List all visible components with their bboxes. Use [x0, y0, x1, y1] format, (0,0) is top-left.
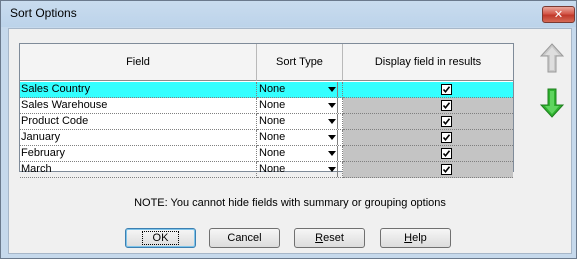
sort-type-value: None — [259, 99, 286, 111]
display-field-cell — [343, 146, 513, 162]
table-row[interactable]: Sales Warehouse None — [20, 98, 513, 114]
sort-type-value: None — [259, 163, 286, 175]
dropdown-edge — [337, 98, 341, 113]
column-header-label: Display field in results — [374, 56, 482, 68]
dropdown-edge — [337, 114, 341, 129]
column-header-label: Field — [126, 56, 150, 68]
sort-type-value: None — [259, 83, 286, 95]
field-name-cell[interactable]: Product Code — [20, 114, 257, 130]
table-row[interactable]: March None — [20, 162, 513, 178]
chevron-down-icon[interactable] — [328, 119, 336, 124]
chevron-down-icon[interactable] — [328, 135, 336, 140]
title-bar[interactable]: Sort Options ✕ — [1, 1, 576, 27]
check-icon — [442, 150, 451, 158]
chevron-down-icon[interactable] — [328, 151, 336, 156]
dropdown-edge — [337, 82, 341, 97]
check-icon — [442, 166, 451, 174]
table-row[interactable]: Product Code None — [20, 114, 513, 130]
display-field-checkbox[interactable] — [441, 164, 452, 175]
sort-type-value: None — [259, 147, 286, 159]
display-field-checkbox[interactable] — [441, 148, 452, 159]
dropdown-edge — [337, 146, 341, 161]
sort-type-value: None — [259, 115, 286, 127]
sort-type-dropdown[interactable]: None — [257, 162, 343, 178]
move-down-button[interactable] — [539, 88, 565, 118]
display-field-cell — [343, 98, 513, 114]
dropdown-edge — [337, 162, 341, 177]
window-title: Sort Options — [10, 6, 77, 20]
field-name-cell[interactable]: Sales Warehouse — [20, 98, 257, 114]
sort-type-dropdown[interactable]: None — [257, 82, 343, 98]
dropdown-edge — [337, 130, 341, 145]
sort-type-dropdown[interactable]: None — [257, 98, 343, 114]
cancel-button-label: Cancel — [227, 232, 262, 244]
display-field-checkbox[interactable] — [441, 116, 452, 127]
move-up-button[interactable] — [539, 43, 565, 73]
column-header-display[interactable]: Display field in results — [343, 44, 513, 81]
help-button-label: Help — [404, 232, 427, 244]
sort-grid: Field Sort Type Display field in results… — [19, 43, 514, 178]
field-name-cell[interactable]: February — [20, 146, 257, 162]
field-name-cell[interactable]: Sales Country — [20, 82, 257, 98]
chevron-down-icon[interactable] — [328, 87, 336, 92]
ok-button[interactable]: OK — [125, 228, 196, 248]
display-field-cell — [343, 82, 513, 98]
note-text: NOTE: You cannot hide fields with summar… — [134, 197, 446, 209]
close-icon: ✕ — [553, 9, 564, 21]
ok-button-label: OK — [141, 231, 180, 245]
sort-type-dropdown[interactable]: None — [257, 130, 343, 146]
arrow-up-icon — [539, 43, 565, 73]
column-header-sort-type[interactable]: Sort Type — [257, 44, 343, 81]
column-header-label: Sort Type — [276, 56, 323, 68]
sort-type-value: None — [259, 131, 286, 143]
display-field-checkbox[interactable] — [441, 132, 452, 143]
field-name-cell[interactable]: March — [20, 162, 257, 178]
sort-type-dropdown[interactable]: None — [257, 114, 343, 130]
field-name-cell[interactable]: January — [20, 130, 257, 146]
table-row[interactable]: January None — [20, 130, 513, 146]
display-field-cell — [343, 162, 513, 178]
display-field-cell — [343, 130, 513, 146]
chevron-down-icon[interactable] — [328, 103, 336, 108]
display-field-cell — [343, 114, 513, 130]
dialog-body: Field Sort Type Display field in results… — [8, 28, 572, 254]
sort-options-dialog: Sort Options ✕ Field Sort Type Display f… — [0, 0, 577, 259]
close-button[interactable]: ✕ — [542, 6, 575, 23]
chevron-down-icon[interactable] — [328, 167, 336, 172]
reset-button-label: Reset — [315, 232, 344, 244]
sort-type-dropdown[interactable]: None — [257, 146, 343, 162]
check-icon — [442, 118, 451, 126]
table-row[interactable]: February None — [20, 146, 513, 162]
table-row[interactable]: Sales Country None — [20, 82, 513, 98]
check-icon — [442, 86, 451, 94]
display-field-checkbox[interactable] — [441, 84, 452, 95]
column-header-field[interactable]: Field — [20, 44, 257, 81]
cancel-button[interactable]: Cancel — [209, 228, 280, 248]
arrow-down-icon — [539, 88, 565, 118]
display-field-checkbox[interactable] — [441, 100, 452, 111]
check-icon — [442, 102, 451, 110]
check-icon — [442, 134, 451, 142]
reset-button[interactable]: Reset — [294, 228, 365, 248]
help-button[interactable]: Help — [380, 228, 451, 248]
